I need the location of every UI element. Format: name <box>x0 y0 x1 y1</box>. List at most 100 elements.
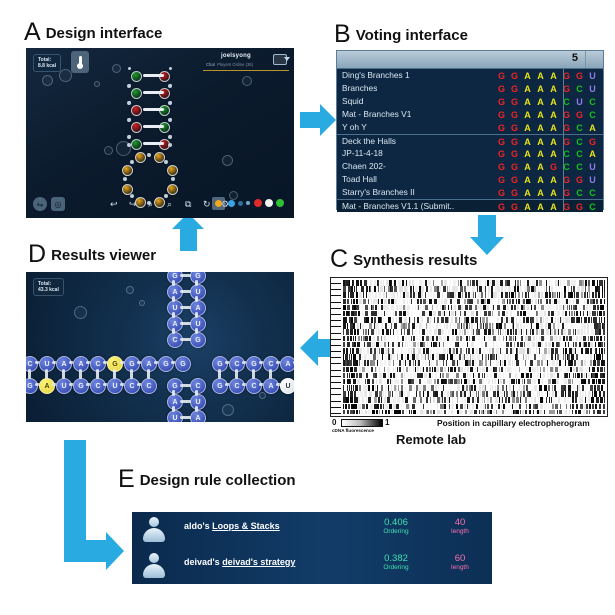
nucleotide-g[interactable] <box>130 122 142 133</box>
nucleotide-c[interactable]: C <box>190 378 206 394</box>
nucleotide-g[interactable]: G <box>212 378 228 394</box>
panel-title-e: Design rule collection <box>139 472 296 489</box>
nucleotide-g[interactable]: G <box>190 332 206 348</box>
nucleotide-c[interactable]: C <box>124 378 140 394</box>
backbone-node <box>168 67 172 70</box>
nucleotide-a[interactable]: A <box>190 410 206 422</box>
nucleotide-a[interactable]: A <box>39 378 55 394</box>
zoom-in-button[interactable]: ⌕ <box>148 199 153 210</box>
panel-label-a: A Design interface <box>24 18 162 47</box>
zoom-out-button[interactable]: ⌕ <box>167 199 172 210</box>
nucleotide-c[interactable]: C <box>141 378 157 394</box>
palette-dot-g[interactable] <box>254 199 262 207</box>
sequence-base-G: G <box>497 109 505 120</box>
nucleotide-a[interactable] <box>166 165 178 177</box>
design-rule-row[interactable]: aldo's Loops & Stacks 0.406 Ordering 40 leng… <box>132 512 492 548</box>
nucleotide-c[interactable] <box>130 88 142 99</box>
palette-dot-c[interactable] <box>276 199 284 207</box>
nucleotide-a[interactable]: A <box>263 378 279 394</box>
nucleotide-c[interactable]: C <box>229 378 245 394</box>
sequence-base-G: G <box>575 174 583 185</box>
nucleotide-c[interactable]: C <box>90 378 106 394</box>
base-pair-bond <box>293 361 294 364</box>
palette-dot-1[interactable] <box>228 200 235 207</box>
nucleotide-g[interactable]: G <box>73 378 89 394</box>
voting-row-sequence: GGAAGCCU <box>495 160 599 173</box>
nucleotide-u[interactable]: U <box>56 378 72 394</box>
nucleotide-a[interactable] <box>122 165 134 177</box>
swap-button[interactable]: ⇋ <box>33 197 47 211</box>
nucleotide-g[interactable]: G <box>190 272 206 284</box>
bubble-decoration <box>59 69 72 82</box>
results-viewer-panel[interactable]: Total: 43.3 kcal GGAUUAAUCGGCAUUAAUCUAAC… <box>26 272 294 422</box>
nucleotide-u[interactable]: U <box>190 284 206 300</box>
gel-lane <box>343 335 605 342</box>
length-value: 60 <box>454 553 466 564</box>
voting-design-list[interactable]: Ding's Branches 1 G G A A A G G U Branches G G A A A G C… <box>337 69 603 212</box>
palette-dot-3[interactable] <box>246 201 250 205</box>
backbone-node <box>127 84 131 87</box>
base-pair-bond <box>195 312 198 318</box>
chevron-down-icon[interactable] <box>284 57 290 61</box>
panel-label-c: C Synthesis results <box>330 245 477 274</box>
palette-dot-2[interactable] <box>238 201 243 206</box>
palette-dot-a[interactable] <box>215 200 222 207</box>
undo-button[interactable]: ↩ <box>110 199 118 210</box>
design-rule-row[interactable]: deivad's deivad's strategy 0.382 Ordering 6… <box>132 548 492 584</box>
panel-letter-a: A <box>24 18 41 46</box>
nucleotide-a[interactable]: A <box>280 356 294 372</box>
design-toolbar[interactable]: ⇋ ◎ ↩ ↪ ⌕ ⌕ ⧉ ↻ ⚙ <box>26 192 294 218</box>
sequence-base-C: C <box>576 136 583 147</box>
voting-row-name: Toad Hall <box>342 174 377 184</box>
length-label: length <box>451 528 469 535</box>
reset-button[interactable]: ↻ <box>203 199 211 210</box>
palette-dot-u[interactable] <box>265 199 273 207</box>
nucleotide-a[interactable]: A <box>190 300 206 316</box>
nucleotide-u[interactable]: U <box>107 378 123 394</box>
base-pair-bond <box>195 328 198 334</box>
design-rule-title[interactable]: aldo's Loops & Stacks <box>184 521 280 531</box>
voting-column-number: 5 <box>571 52 578 64</box>
screenshot-button[interactable]: ⧉ <box>185 199 191 210</box>
base-pair-bond <box>143 74 164 77</box>
redo-button[interactable]: ↪ <box>129 199 137 210</box>
voting-interface-panel[interactable]: 5 Ding's Branches 1 G G A A A G G U Branches G G A A A… <box>336 50 604 212</box>
sequence-base-A: A <box>524 201 531 212</box>
nucleotide-g[interactable]: G <box>175 356 191 372</box>
backbone-node <box>147 153 151 157</box>
sequence-base-A: A <box>537 136 544 147</box>
user-avatar-icon <box>140 516 168 544</box>
sequence-base-A: A <box>550 136 557 147</box>
nucleotide-c[interactable] <box>130 71 142 82</box>
gel-lane <box>343 323 605 329</box>
design-rule-collection-panel[interactable]: aldo's Loops & Stacks 0.406 Ordering 40 leng… <box>132 512 492 584</box>
gel-lane <box>343 329 605 336</box>
sequence-base-A: A <box>524 70 531 81</box>
design-interface-panel[interactable]: Total: 8.8 kcal joelsyong Chat Players O… <box>26 48 294 218</box>
nucleotide-u[interactable]: U <box>190 316 206 332</box>
base-pair-bond <box>172 406 175 412</box>
sequence-base-G: G <box>510 83 518 94</box>
remote-lab-caption: Remote lab <box>396 432 467 447</box>
bubble-decoration <box>259 392 266 399</box>
camera-button[interactable]: ◎ <box>51 197 65 211</box>
design-rule-title[interactable]: deivad's deivad's strategy <box>184 557 295 567</box>
nucleotide-c[interactable]: C <box>246 378 262 394</box>
chat-label[interactable]: Chat <box>206 62 215 67</box>
nucleotide-a[interactable] <box>135 152 147 164</box>
nucleotide-g[interactable]: G <box>26 378 38 394</box>
nucleotide-c[interactable] <box>130 139 142 150</box>
voting-row-name: Mat - Branches V1 <box>342 109 412 119</box>
nucleotide-g[interactable] <box>130 105 142 116</box>
nucleotide-u[interactable]: U <box>280 378 294 394</box>
backbone-node <box>163 160 168 165</box>
base-palette[interactable] <box>212 197 288 213</box>
bubble-decoration <box>222 404 234 416</box>
nucleotide-u[interactable]: U <box>190 394 206 410</box>
thermometer-icon[interactable] <box>71 51 89 73</box>
sequence-base-G: G <box>575 201 583 212</box>
user-info-box[interactable]: joelsyong Chat Players Online (36) <box>203 53 290 71</box>
voting-row-name: Y oh Y <box>342 122 367 132</box>
nucleotide-g[interactable]: G <box>158 356 174 372</box>
score-label: Ordering <box>383 564 409 571</box>
